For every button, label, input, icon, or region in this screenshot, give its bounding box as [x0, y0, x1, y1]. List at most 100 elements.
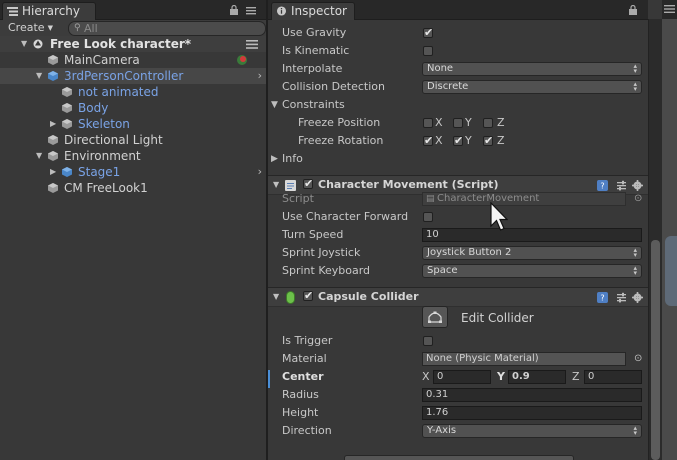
hierarchy-item-environment[interactable]: ▼ Environment	[0, 148, 266, 164]
lock-icon[interactable]	[229, 5, 239, 15]
hierarchy-tabbar: Hierarchy	[0, 0, 266, 20]
hierarchy-item-skeleton[interactable]: ▶ Skeleton	[0, 116, 266, 132]
add-component-button[interactable]	[344, 455, 574, 460]
tab-inspector-label: Inspector	[291, 4, 347, 18]
interpolate-label: Interpolate	[282, 62, 343, 75]
height-value: 1.76	[426, 407, 449, 418]
hierarchy-item-label: MainCamera	[64, 53, 140, 67]
sprint-keyboard-value: Space	[427, 265, 458, 276]
scene-root-label: Free Look character*	[50, 37, 192, 51]
direction-dropdown[interactable]: Y-Axis ▴ ▾	[422, 424, 642, 438]
help-book-icon[interactable]: ?	[597, 292, 608, 303]
chevron-right-icon[interactable]: ›	[258, 164, 262, 180]
expand-arrow-icon[interactable]: ▼	[21, 36, 27, 52]
capsule-collider-enabled-checkbox[interactable]	[303, 289, 313, 302]
use-character-forward-row: Use Character Forward	[268, 208, 648, 226]
freeze-rotation-z-checkbox[interactable]	[483, 134, 493, 147]
create-label: Create	[8, 21, 45, 34]
direction-value: Y-Axis	[427, 425, 457, 436]
interpolate-row: Interpolate None ▴ ▾	[268, 60, 648, 78]
panel-menu-icon[interactable]	[246, 5, 256, 15]
center-z-input[interactable]: 0	[584, 370, 642, 384]
prefab-cube-icon	[62, 167, 72, 177]
inspector-panel: Inspector Use Gravity Is Kinematic Inter…	[268, 0, 648, 460]
sprint-joystick-value: Joystick Button 2	[427, 247, 512, 258]
freeze-rotation-y-checkbox[interactable]	[453, 134, 463, 147]
updown-arrow-icon: ▴ ▾	[633, 80, 637, 93]
capsule-collider-header[interactable]: ▼ Capsule Collider ?	[268, 287, 648, 307]
expand-arrow-icon[interactable]: ▼	[273, 288, 279, 306]
turn-speed-row: Turn Speed 10	[268, 226, 648, 244]
tab-inspector[interactable]: Inspector	[271, 2, 355, 20]
hierarchy-item-maincamera[interactable]: MainCamera	[0, 52, 266, 68]
height-label: Height	[282, 406, 319, 419]
collapse-arrow-icon[interactable]: ▶	[50, 164, 56, 180]
axis-x-label: X	[435, 116, 443, 129]
create-dropdown[interactable]: Create ▼	[8, 21, 53, 35]
axis-z-label: Z	[497, 134, 505, 147]
material-field[interactable]: None (Physic Material)	[422, 352, 626, 366]
sprint-joystick-label: Sprint Joystick	[282, 246, 361, 259]
direction-label: Direction	[282, 424, 332, 437]
inspector-tabbar: Inspector	[268, 0, 648, 20]
expand-arrow-icon[interactable]: ▼	[36, 68, 42, 84]
panel-menu-icon[interactable]	[664, 4, 675, 14]
preset-sliders-icon[interactable]	[616, 292, 627, 303]
scene-root-row[interactable]: ▼ Free Look character*	[0, 36, 266, 52]
info-foldout[interactable]: ▶ Info	[268, 150, 648, 168]
center-x-input[interactable]: 0	[433, 370, 491, 384]
expand-arrow-icon[interactable]: ▼	[271, 96, 278, 114]
hierarchy-item-label: not animated	[78, 85, 159, 99]
collision-detection-value: Discrete	[427, 81, 469, 92]
collision-detection-dropdown[interactable]: Discrete ▴ ▾	[422, 80, 642, 94]
edit-collider-label: Edit Collider	[461, 311, 534, 325]
hierarchy-item-cm-freelook1[interactable]: CM FreeLook1	[0, 180, 266, 196]
hierarchy-item-directional-light[interactable]: Directional Light	[0, 132, 266, 148]
freeze-rotation-x-checkbox[interactable]	[423, 134, 433, 147]
center-y-input[interactable]: 0.9	[508, 370, 566, 384]
script-label: Script	[282, 192, 314, 205]
hierarchy-search-input[interactable]: ⚲ All	[68, 21, 266, 36]
is-trigger-checkbox[interactable]	[423, 336, 433, 346]
list-icon	[7, 7, 18, 16]
hierarchy-item-body[interactable]: Body	[0, 100, 266, 116]
gear-icon[interactable]	[632, 292, 643, 303]
tab-hierarchy[interactable]: Hierarchy	[2, 2, 96, 20]
object-picker-icon[interactable]: ⊙	[634, 190, 642, 208]
scene-menu-icon[interactable]	[246, 40, 258, 49]
sprint-keyboard-dropdown[interactable]: Space ▴ ▾	[422, 264, 642, 278]
constraints-foldout[interactable]: ▼ Constraints	[268, 96, 648, 114]
prefab-cube-icon	[48, 71, 58, 81]
use-gravity-checkbox[interactable]	[423, 26, 433, 39]
height-input[interactable]: 1.76	[422, 406, 642, 420]
character-movement-enabled-checkbox[interactable]	[303, 177, 313, 190]
use-character-forward-checkbox[interactable]	[423, 212, 433, 222]
gameobject-cube-icon	[48, 55, 58, 65]
freeze-position-y-checkbox[interactable]	[453, 118, 463, 128]
mouse-cursor-icon	[490, 202, 508, 231]
freeze-position-z-checkbox[interactable]	[483, 118, 493, 128]
turn-speed-input[interactable]: 10	[422, 228, 642, 242]
capsule-icon	[286, 291, 295, 304]
scene-view-edge	[662, 0, 677, 460]
object-picker-icon[interactable]: ⊙	[634, 350, 642, 368]
script-file-icon: ▤	[426, 194, 435, 204]
collapse-arrow-icon[interactable]: ▶	[50, 116, 56, 132]
chevron-right-icon[interactable]: ›	[258, 68, 262, 84]
sprint-joystick-dropdown[interactable]: Joystick Button 2 ▴ ▾	[422, 246, 642, 260]
hierarchy-item-3rdpersoncontroller[interactable]: ▼ 3rdPersonController ›	[0, 68, 266, 84]
is-kinematic-checkbox[interactable]	[423, 46, 433, 56]
hierarchy-item-not-animated[interactable]: not animated	[0, 84, 266, 100]
collapse-arrow-icon[interactable]: ▶	[271, 150, 278, 168]
hierarchy-item-stage1[interactable]: ▶ Stage1 ›	[0, 164, 266, 180]
expand-arrow-icon[interactable]: ▼	[36, 148, 42, 164]
interpolate-dropdown[interactable]: None ▴ ▾	[422, 62, 642, 76]
center-z-label: Z	[572, 370, 580, 383]
gameobject-cube-icon	[48, 151, 58, 161]
inspector-scrollbar-thumb[interactable]	[651, 240, 660, 460]
lock-icon[interactable]	[628, 5, 638, 15]
radius-input[interactable]: 0.31	[422, 388, 642, 402]
script-row: Script ▤ CharacterMovement ⊙	[268, 190, 648, 208]
freeze-position-x-checkbox[interactable]	[423, 118, 433, 128]
edit-collider-button[interactable]	[422, 306, 448, 328]
